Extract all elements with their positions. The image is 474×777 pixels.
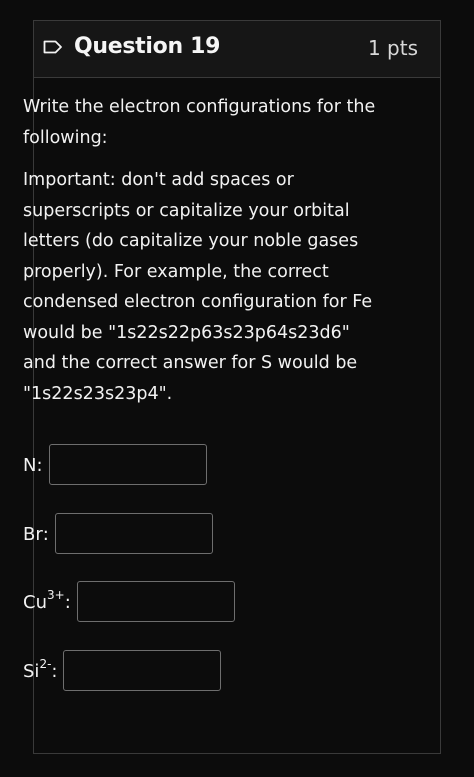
answer-label: Cu3+: [23, 588, 71, 613]
question-title: Question 19 [74, 34, 221, 59]
answer-label: N: [23, 455, 43, 476]
question-instructions: Important: don't add spaces or superscri… [23, 170, 373, 404]
answer-row-br: Br: [23, 513, 213, 554]
answer-row-cu: Cu3+: [23, 581, 235, 622]
answer-label: Br: [23, 524, 49, 545]
answer-label: Si2-: [23, 657, 58, 682]
question-prompt: Write the electron configurations for th… [23, 97, 376, 148]
question-header: Question 19 1 pts [34, 21, 440, 78]
answer-row-si: Si2-: [23, 650, 222, 691]
answer-input-cu[interactable] [76, 581, 235, 622]
answer-input-n[interactable] [48, 444, 207, 485]
question-points: 1 pts [367, 36, 418, 60]
flag-question-icon[interactable] [43, 40, 63, 54]
answer-row-n: N: [23, 444, 207, 485]
answer-input-br[interactable] [54, 513, 213, 554]
answer-input-si[interactable] [63, 650, 222, 691]
question-body: Write the electron configurations for th… [23, 92, 388, 409]
